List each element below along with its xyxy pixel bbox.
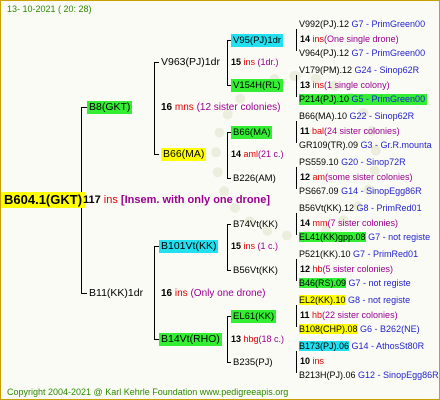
queen-gen1-0[interactable]: B8(GKT) <box>87 101 133 114</box>
connector <box>296 259 297 281</box>
connector <box>227 224 228 270</box>
queen-gen4-5[interactable]: GR109(TR).09 <box>299 140 358 150</box>
connector <box>154 154 159 155</box>
gen4-row-14: B173(PJ).06 G14 - AthosSt80R <box>299 341 425 351</box>
queen-gen4-6[interactable]: PS559.10 <box>299 157 339 167</box>
gen3-info-6: 11 hb(22 sister colonies) <box>300 310 398 320</box>
connector <box>296 305 297 327</box>
gen4-row-1: V964(PJ).12 G7 - PrimGreen00 <box>299 48 426 58</box>
gen4-row-8: B56Vt(KK).12 G8 - PrimRed01 <box>299 203 422 213</box>
queen-gen1-1[interactable]: B11(KK)1dr <box>87 287 145 300</box>
connector <box>296 351 297 373</box>
queen-gen4-13[interactable]: B108(CHP).08 <box>299 324 358 334</box>
gen3-info-3: 12 am(some sister colonies) <box>300 172 413 182</box>
queen-gen4-15[interactable]: B213H(PJ).06 <box>299 370 356 380</box>
queen-gen4-11[interactable]: B46(RS).09 <box>299 278 347 288</box>
gen4-row-2: V179(PM).12 G24 - Sinop62R <box>299 65 420 75</box>
gen1-info-1: 16 ins (Only one drone) <box>161 288 266 299</box>
gen3-info-5: 12 hb(5 sister colonies) <box>300 264 394 274</box>
root-unit: ins <box>100 194 118 206</box>
gen4-row-13: B108(CHP).08 G6 - B262(NE) <box>299 324 420 334</box>
queen-gen2-1[interactable]: B66(MA) <box>161 148 207 161</box>
queen-gen3-3[interactable]: B226(AM) <box>231 172 278 185</box>
gen4-row-5: GR109(TR).09 G3 - Gr.R.mounta <box>299 140 432 150</box>
connector <box>296 75 297 97</box>
queen-gen2-0[interactable]: V963(PJ)1dr <box>159 56 222 69</box>
queen-gen3-1[interactable]: V154H(RL) <box>231 79 283 92</box>
root-count: 117 <box>83 194 101 206</box>
queen-gen4-14[interactable]: B173(PJ).06 <box>299 341 350 351</box>
queen-gen4-12[interactable]: EL2(KK).10 <box>299 295 346 305</box>
gen4-row-10: P521(KK).10 G7 - PrimRed01 <box>299 249 419 259</box>
root-note: [Insem. with only one drone] <box>117 194 271 206</box>
gen4-row-11: B46(RS).09 G7 - not registe <box>299 278 411 288</box>
gen3-info-2: 11 bal(24 sister colonies) <box>300 126 400 136</box>
gen3-info-0: 14 ins(One single drone) <box>300 34 399 44</box>
connector <box>296 121 297 143</box>
connector <box>154 246 155 339</box>
gen4-row-6: PS559.10 G20 - Sinop72R <box>299 157 406 167</box>
gen2-info-2: 15 ins (1 c.) <box>231 241 279 251</box>
queen-gen3-7[interactable]: B235(PJ) <box>231 356 275 369</box>
connector <box>154 62 155 154</box>
queen-gen4-10[interactable]: P521(KK).10 <box>299 249 351 259</box>
queen-gen3-5[interactable]: B56Vt(KK) <box>231 264 280 277</box>
gen3-info-4: 14 mm(7 sister colonies) <box>300 218 399 228</box>
queen-gen2-3[interactable]: B14Vt(RHO) <box>159 333 222 346</box>
gen4-row-0: V992(PJ).12 G7 - PrimGreen00 <box>299 19 426 29</box>
gen4-row-12: EL2(KK).10 G8 - not registe <box>299 295 411 305</box>
queen-gen4-0[interactable]: V992(PJ).12 <box>299 19 349 29</box>
gen4-row-3: P214(PJ).10 G5 - PrimGreen00 <box>299 94 428 105</box>
queen-gen4-2[interactable]: V179(PM).12 <box>299 65 352 75</box>
queen-gen2-2[interactable]: B101Vt(KK) <box>159 240 219 253</box>
connector <box>296 29 297 51</box>
gen4-row-9: EL41(KK)gpp.08 G7 - not registe <box>299 232 431 242</box>
gen4-row-15: B213H(PJ).06 G12 - SinopEgg86R <box>299 370 439 380</box>
gen2-info-1: 14 aml(21 c.) <box>231 149 284 159</box>
queen-gen3-0[interactable]: V95(PJ)1dr <box>231 34 284 47</box>
connector <box>227 40 228 85</box>
connector <box>296 213 297 235</box>
report-date: 13- 10-2021 ( 20: 28) <box>7 4 92 14</box>
gen2-info-0: 15 ins (1dr.) <box>231 57 279 67</box>
queen-gen4-3[interactable]: P214(PJ).10 <box>299 94 349 104</box>
queen-gen4-1[interactable]: V964(PJ).12 <box>299 48 349 58</box>
queen-gen4-4[interactable]: B66(MA).10 <box>299 111 347 121</box>
gen1-info-0: 16 mns (12 sister colonies) <box>161 102 281 113</box>
queen-gen3-6[interactable]: EL61(KK) <box>231 310 277 323</box>
queen-gen4-7[interactable]: PS667.09 <box>299 186 339 196</box>
queen-gen4-8[interactable]: B56Vt(KK).12 <box>299 203 354 213</box>
queen-gen4-9[interactable]: EL41(KK)gpp.08 <box>299 232 366 242</box>
queen-root[interactable]: B604.1(GKT) <box>1 192 86 208</box>
gen2-info-3: 13 hbg(18 c.) <box>231 334 285 344</box>
pedigree-frame: 13- 10-2021 ( 20: 28) Copyright 2004-202… <box>0 0 440 400</box>
connector <box>296 167 297 189</box>
gen3-info-7: 10 ins <box>300 356 325 366</box>
connector <box>227 316 228 362</box>
gen4-row-7: PS667.09 G14 - SinopEgg86R <box>299 186 422 196</box>
root-info: 117 ins [Insem. with only one drone] <box>83 194 270 207</box>
connector <box>227 132 228 178</box>
queen-gen3-4[interactable]: B74Vt(KK) <box>231 218 280 231</box>
gen4-row-4: B66(MA).10 G22 - Sinop62R <box>299 111 415 121</box>
gen3-info-1: 13 ins(1 single colony) <box>300 80 390 90</box>
queen-gen3-2[interactable]: B66(MA) <box>231 126 273 139</box>
copyright-footer: Copyright 2004-2021 @ Karl Kehrle Founda… <box>7 387 289 397</box>
